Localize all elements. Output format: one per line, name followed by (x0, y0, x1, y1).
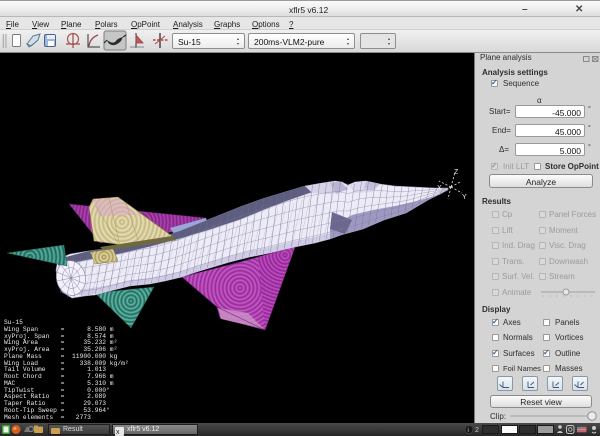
svg-text:2: 2 (475, 427, 479, 434)
svg-text:i: i (468, 428, 469, 434)
svg-text:x: x (116, 429, 120, 436)
